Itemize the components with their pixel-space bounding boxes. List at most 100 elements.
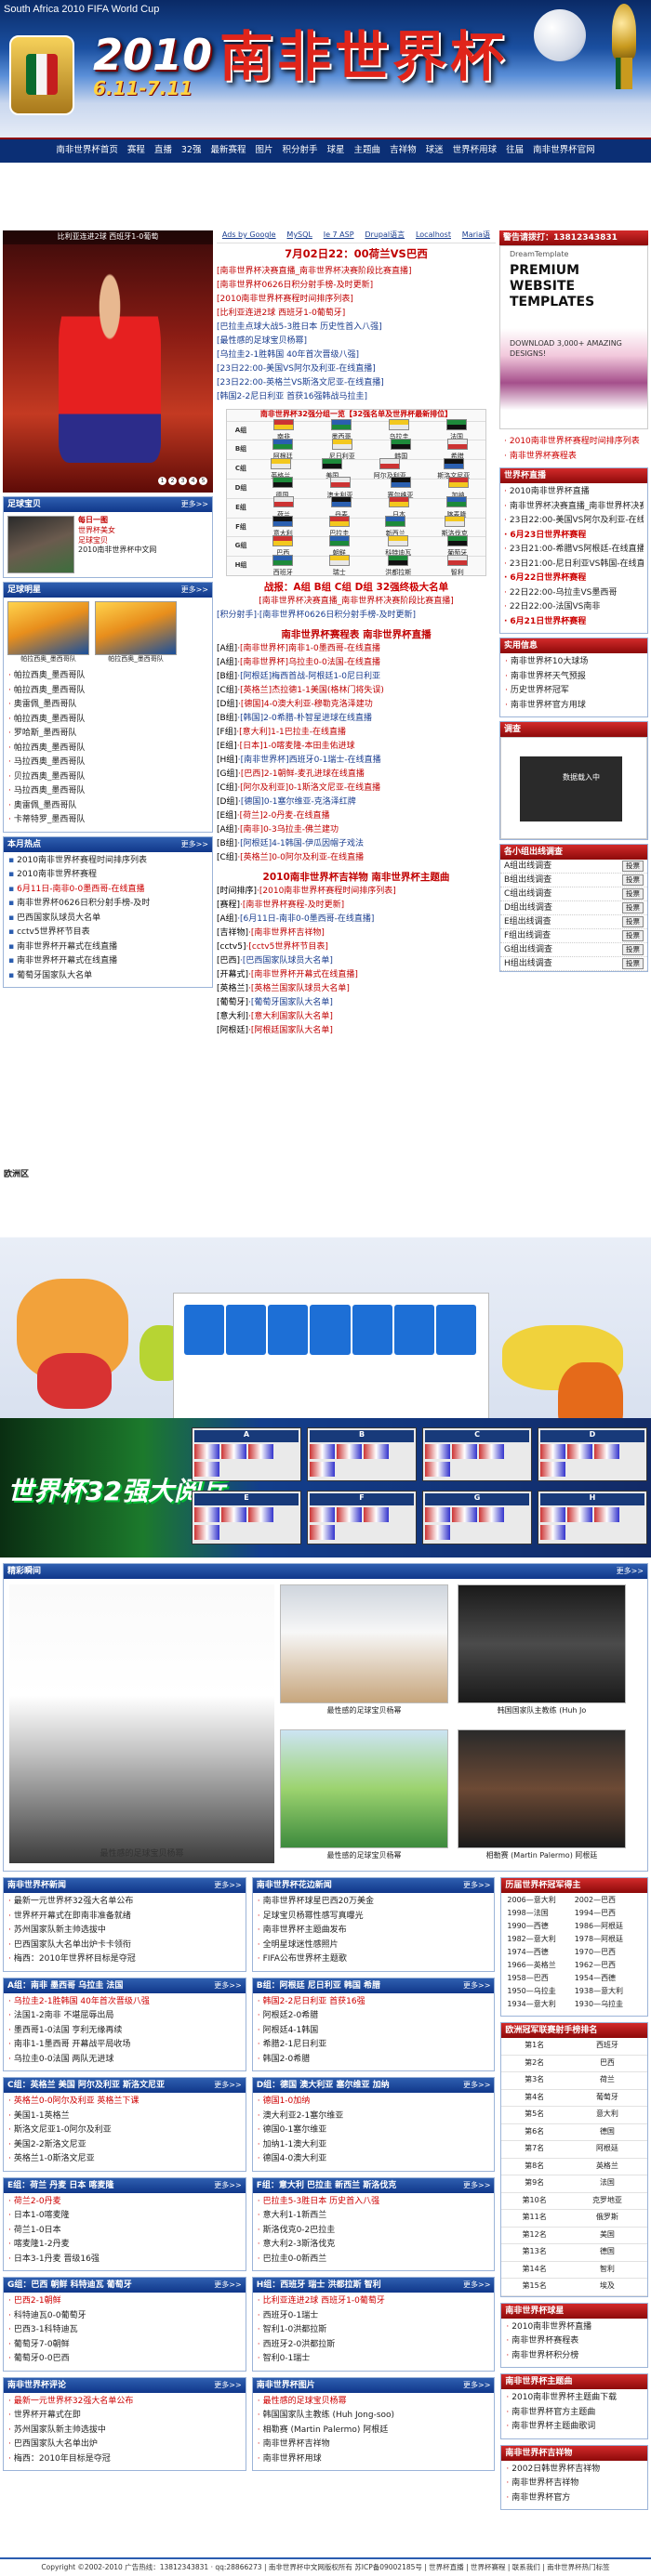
news-item[interactable]: 德国4-0澳大利亚	[258, 2153, 490, 2168]
rank-team[interactable]: 巴西	[567, 2058, 647, 2069]
live-list-item[interactable]: 22日22:00-法国VS南非	[504, 601, 644, 616]
news-item[interactable]: 韩国国家队主教练 (Huh Jong-soo)	[258, 2410, 490, 2425]
nav-link[interactable]: 赛程	[123, 145, 150, 157]
live-list-item[interactable]: 23日22:00-美国VS阿尔及利亚-在线直播	[504, 515, 644, 530]
news-item[interactable]: 世界杯开幕式在即	[8, 2410, 241, 2425]
top-link[interactable]: [最性感的足球宝贝杨幂]	[217, 335, 496, 349]
schedule-link[interactable]: ·[阿根廷]梅西首战-阿根廷1-0尼日利亚	[237, 672, 380, 681]
rank-team[interactable]: 克罗地亚	[567, 2196, 647, 2206]
schedule-link[interactable]: ·[南非世界杯]乌拉圭0-0法国-在线直播	[237, 658, 380, 667]
news-item[interactable]: 日本1-0喀麦隆	[8, 2210, 241, 2225]
news-item[interactable]: 巴西3-1科特迪瓦	[8, 2324, 241, 2339]
team-name[interactable]: 洪都拉斯	[385, 569, 411, 576]
stars-more-link[interactable]: 更多>>	[181, 583, 208, 598]
finale-group-panel[interactable]: A	[192, 1427, 301, 1481]
nav-link[interactable]: 图片	[251, 145, 278, 157]
baby-thumbnail[interactable]	[7, 516, 74, 573]
news-item[interactable]: 比利亚连进2球 西班牙1-0葡萄牙	[258, 2295, 490, 2310]
schedule-link[interactable]: ·[巴西]2-1朝鲜-麦孔进球在线直播	[238, 769, 365, 779]
schedule-link[interactable]: ·[荷兰]2-0丹麦-在线直播	[237, 811, 330, 821]
news-item[interactable]: 墨西哥1-0法国 亨利无缘再续	[8, 2025, 241, 2040]
group-heading[interactable]: 战报：A组 B组 C组 D组 32强终极大名单	[217, 581, 496, 594]
team-cell[interactable]: 瑞士	[328, 554, 350, 578]
slideshow[interactable]: 比利亚连进2球 西班牙1-0葡萄 12345	[3, 230, 213, 493]
schedule-link[interactable]: ·[cctv5世界杯节目表]	[246, 942, 328, 952]
ad-link[interactable]: Drupal语言	[365, 230, 405, 243]
star-photo[interactable]	[7, 601, 89, 655]
news-item[interactable]: FIFA公布世界杯主题歌	[258, 1953, 490, 1968]
rank-team[interactable]: 法国	[567, 2178, 647, 2188]
top-link[interactable]: [比利亚连进2球 西班牙1-0葡萄牙]	[217, 308, 496, 322]
hot-list-item[interactable]: 2010南非世界杯赛程	[8, 869, 207, 884]
rank-team[interactable]: 德国	[567, 2247, 647, 2257]
poll-label[interactable]: H组出线调查	[504, 958, 552, 969]
more-link[interactable]: 更多>>	[463, 2078, 490, 2093]
news-item[interactable]: 巴西2-1朝鲜	[8, 2295, 241, 2310]
nav-link[interactable]: 世界杯用球	[448, 145, 502, 157]
top-link[interactable]: [乌拉圭2-1胜韩国 40年首次晋级八强]	[217, 349, 496, 363]
side-link[interactable]: 南非世界杯官方	[506, 2492, 643, 2507]
finale-group-panel[interactable]: C	[422, 1427, 532, 1481]
nav-link[interactable]: 最新赛程	[206, 145, 250, 157]
rank-team[interactable]: 俄罗斯	[567, 2213, 647, 2223]
hot-list-item[interactable]: 南非世界杯开幕式在线直播	[8, 941, 207, 956]
news-item[interactable]: 法国1-2南非 不堪屈辱出局	[8, 2010, 241, 2025]
more-link[interactable]: 更多>>	[463, 1878, 490, 1893]
news-item[interactable]: 意大利1-1新西兰	[258, 2210, 490, 2225]
team-name[interactable]: 西班牙	[273, 569, 293, 576]
news-item[interactable]: 澳大利亚2-1塞尔维亚	[258, 2110, 490, 2125]
hot-list-item[interactable]: 6月11日-南非0-0墨西哥-在线直播	[8, 884, 207, 899]
schedule-link[interactable]: ·[日本]1-0喀麦隆-本田圭佑进球	[237, 742, 355, 751]
right-top-link[interactable]: 南非世界杯赛程表	[504, 451, 644, 466]
star-list-item[interactable]: 马拉西奥_墨西哥队	[8, 756, 207, 771]
more-link[interactable]: 更多>>	[463, 1978, 490, 1993]
poll-vote-button[interactable]: 投票	[622, 943, 644, 956]
schedule-link[interactable]: ·[6月11日-南非0-0墨西哥-在线直播]	[237, 914, 374, 924]
more-link[interactable]: 更多>>	[214, 1878, 241, 1893]
rank-team[interactable]: 英格兰	[567, 2162, 647, 2172]
news-item[interactable]: 南非世界杯主题曲发布	[258, 1925, 490, 1939]
star-photo[interactable]	[95, 601, 177, 655]
news-item[interactable]: 巴西国家队大名单出炉	[8, 2438, 241, 2453]
headline[interactable]: 7月02日22：00荷兰VS巴西	[217, 247, 496, 262]
feature-more-link[interactable]: 更多>>	[617, 1564, 644, 1579]
poll-vote-button[interactable]: 投票	[622, 957, 644, 970]
top-link[interactable]: [韩国2-2尼日利亚 首获16强韩战马拉圭]	[217, 391, 496, 405]
info-list-item[interactable]: 南非世界杯官方用球	[505, 700, 643, 715]
slideshow-page[interactable]: 2	[168, 477, 177, 485]
news-item[interactable]: 科特迪瓦0-0葡萄牙	[8, 2310, 241, 2325]
live-list-item[interactable]: 6月22日世界杯赛程	[504, 572, 644, 587]
info-list-item[interactable]: 南非世界杯天气预报	[505, 671, 643, 686]
info-list-item[interactable]: 南非世界杯10大球场	[505, 656, 643, 671]
star-caption[interactable]: 帕拉西奥_墨西哥队	[7, 655, 89, 664]
schedule-link[interactable]: ·[南非世界杯]西班牙0-1瑞士-在线直播	[238, 756, 381, 765]
more-link[interactable]: 更多>>	[214, 1978, 241, 1993]
more-link[interactable]: 更多>>	[463, 2178, 490, 2193]
news-item[interactable]: 苏州国家队新主帅选拔中	[8, 2425, 241, 2439]
poll-label[interactable]: C组出线调查	[504, 888, 551, 900]
star-list-item[interactable]: 贝拉西奥_墨西哥队	[8, 771, 207, 786]
rank-team[interactable]: 智利	[567, 2265, 647, 2275]
star-list-item[interactable]: 帕拉西奥_墨西哥队	[8, 685, 207, 700]
nav-link[interactable]: 南非世界杯官网	[528, 145, 600, 157]
rank-team[interactable]: 西班牙	[567, 2041, 647, 2051]
finale-group-panel[interactable]: H	[538, 1491, 647, 1544]
news-item[interactable]: 加纳1-1澳大利亚	[258, 2139, 490, 2154]
poll-label[interactable]: A组出线调查	[504, 861, 551, 872]
news-item[interactable]: 乌拉圭0-0法国 两队无进球	[8, 2054, 241, 2069]
ad-link[interactable]: MySQL	[286, 230, 312, 243]
news-item[interactable]: 阿根廷2-0希腊	[258, 2010, 490, 2025]
schedule-link[interactable]: ·[韩国]2-0希腊-朴智星进球在线直播	[237, 714, 372, 723]
poll-vote-button[interactable]: 投票	[622, 929, 644, 942]
news-item[interactable]: 荷兰1-0日本	[8, 2225, 241, 2240]
ad-link[interactable]: Ie 7 ASP	[324, 230, 354, 243]
baby-item[interactable]: 每日一图	[78, 516, 156, 526]
ad-link[interactable]: Maria语	[462, 230, 490, 243]
live-list-item[interactable]: 22日22:00-乌拉圭VS墨西哥	[504, 587, 644, 602]
poll-vote-button[interactable]: 投票	[622, 901, 644, 914]
nav-link[interactable]: 球迷	[421, 145, 448, 157]
news-item[interactable]: 荷兰2-0丹麦	[8, 2196, 241, 2211]
nav-link[interactable]: 往届	[501, 145, 528, 157]
rank-team[interactable]: 葡萄牙	[567, 2093, 647, 2103]
team-name[interactable]: 瑞士	[333, 569, 346, 576]
